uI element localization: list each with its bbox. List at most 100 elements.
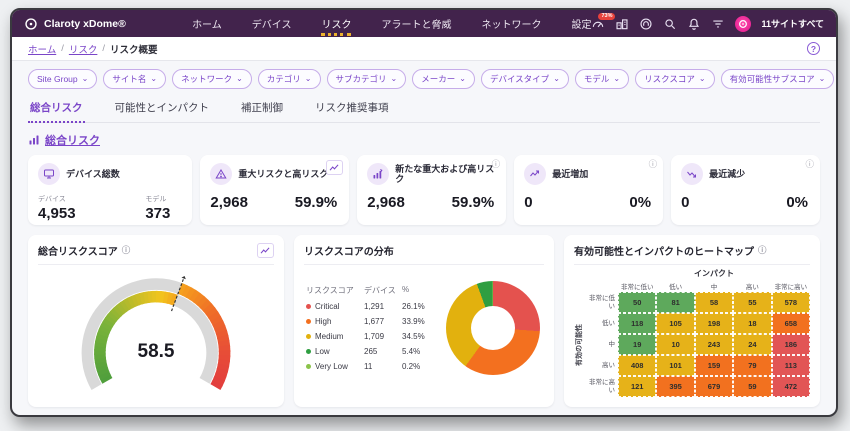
user-avatar[interactable]: [735, 15, 752, 32]
sites-building-icon[interactable]: [615, 17, 629, 31]
heatmap-cell-2-3[interactable]: 24: [733, 334, 772, 355]
filter-chip-6[interactable]: デバイスタイプ ⌄: [480, 69, 569, 89]
tab-0[interactable]: 総合リスク: [28, 100, 85, 123]
brand-title: Claroty xDome®: [44, 17, 126, 30]
heatmap-cell-4-2[interactable]: 679: [694, 376, 734, 397]
trend-chart-toggle-button[interactable]: [326, 160, 344, 175]
heatmap-cell-1-1[interactable]: 105: [656, 313, 695, 334]
distribution-row-label: Low: [306, 347, 364, 356]
heatmap-cell-4-4[interactable]: 472: [771, 376, 811, 397]
card-new-critical-high-risk: ⓘ 新たな重大および高リスク 2,968 59.9%: [357, 155, 507, 225]
summary-cards-row: デバイス総数 デバイス 4,953 モデル 373 重大リスクと高リスク 2,9…: [28, 155, 820, 225]
distribution-percent-value: 33.9%: [402, 317, 425, 326]
heatmap-col-header-4: 非常に高い: [774, 283, 808, 291]
heatmap-cell-1-2[interactable]: 198: [694, 313, 734, 334]
help-button[interactable]: ?: [807, 42, 820, 55]
heatmap-cell-2-0[interactable]: 19: [618, 334, 657, 355]
heatmap-cell-1-4[interactable]: 658: [771, 313, 811, 334]
notifications-bell-icon[interactable]: [687, 17, 701, 31]
info-icon[interactable]: ⓘ: [122, 246, 131, 255]
support-icon[interactable]: [639, 17, 653, 31]
card-recent-increase: ⓘ 最近増加 0 0%: [514, 155, 664, 225]
filter-chip-label: サイト名: [112, 74, 147, 84]
tab-3[interactable]: リスク推奨事項: [313, 100, 391, 122]
heatmap-cell-3-1[interactable]: 101: [656, 355, 695, 376]
nav-item-3[interactable]: アラートと脅威: [381, 12, 451, 36]
heatmap-cell-0-0[interactable]: 50: [618, 292, 657, 313]
heatmap-col-header-0: 非常に低い: [620, 283, 654, 291]
heatmap-cell-4-0[interactable]: 121: [618, 376, 657, 397]
filter-chip-3[interactable]: カテゴリ ⌄: [257, 69, 321, 89]
risk-distribution-donut-chart[interactable]: [446, 281, 540, 375]
filter-chip-label: Site Group: [37, 74, 78, 84]
filter-chip-7[interactable]: モデル ⌄: [574, 69, 630, 89]
all-sites-selector[interactable]: 11サイトすべて: [761, 17, 824, 30]
tab-2[interactable]: 補正制御: [239, 100, 285, 122]
nav-item-1[interactable]: デバイス: [252, 12, 292, 36]
filter-chip-5[interactable]: メーカー ⌄: [412, 69, 475, 89]
heatmap-cell-4-3[interactable]: 59: [733, 376, 772, 397]
new-critical-high-percent: 59.9%: [451, 194, 495, 211]
heatmap-cell-3-4[interactable]: 113: [771, 355, 811, 376]
distribution-row-label: Very Low: [306, 362, 364, 371]
heatmap-row-3: 高い 408 101 159 79 113: [584, 355, 811, 376]
heatmap-cell-3-0[interactable]: 408: [618, 355, 657, 376]
distribution-percent-value: 0.2%: [402, 362, 421, 371]
heatmap-x-axis-title: インパクト: [694, 269, 734, 278]
info-icon[interactable]: ⓘ: [758, 246, 767, 255]
recent-increase-count: 0: [524, 194, 533, 211]
breadcrumb-risk[interactable]: リスク: [69, 42, 98, 56]
heatmap-col-header-2: 中: [710, 283, 718, 291]
heatmap-cell-2-4[interactable]: 186: [771, 334, 811, 355]
heatmap-cell-2-2[interactable]: 243: [694, 334, 734, 355]
filter-chip-9[interactable]: 有効可能性サブスコア ⌄: [720, 69, 835, 89]
heatmap-cell-2-1[interactable]: 10: [656, 334, 695, 355]
filter-chip-label: リスクスコア: [644, 74, 695, 84]
heatmap-cell-1-3[interactable]: 18: [733, 313, 772, 334]
filter-chip-2[interactable]: ネットワーク ⌄: [172, 69, 252, 89]
chevron-down-icon: ⌄: [459, 73, 466, 83]
nav-item-5[interactable]: 設定: [571, 12, 591, 36]
model-count: 373: [145, 205, 171, 222]
legend-dot: [306, 364, 311, 369]
heatmap-cell-0-4[interactable]: 578: [771, 292, 811, 313]
card-recent-decrease: ⓘ 最近減少 0 0%: [671, 155, 820, 225]
legend-dot: [306, 319, 311, 324]
nav-right: 73% 11サイトすべて: [591, 12, 824, 32]
filter-chip-label: モデル: [583, 74, 610, 84]
heatmap-cell-3-3[interactable]: 79: [733, 355, 772, 376]
new-risk-bars-icon: [367, 163, 390, 185]
filter-chip-8[interactable]: リスクスコア ⌄: [635, 69, 715, 89]
card-risk-score-distribution: リスクスコアの分布 リスクスコア デバイス % Critical 1,291 26.…: [294, 235, 554, 407]
breadcrumb-home[interactable]: ホーム: [28, 42, 56, 56]
trend-chart-toggle-button[interactable]: [257, 243, 274, 258]
heatmap-cell-0-2[interactable]: 58: [694, 292, 734, 313]
filter-chip-label: ネットワーク: [181, 74, 233, 84]
info-icon[interactable]: ⓘ: [492, 160, 501, 169]
distribution-devices-value: 11: [364, 362, 373, 371]
info-icon[interactable]: ⓘ: [805, 160, 814, 169]
heatmap-cell-0-1[interactable]: 81: [656, 292, 695, 313]
filter-lines-icon[interactable]: [711, 17, 725, 31]
filter-chip-4[interactable]: サブカテゴリ ⌄: [326, 69, 407, 89]
filter-chip-1[interactable]: サイト名 ⌄: [103, 69, 167, 89]
nav-item-4[interactable]: ネットワーク: [481, 12, 541, 36]
heatmap-row-label: 非常に低い: [589, 295, 615, 310]
tab-1[interactable]: 可能性とインパクト: [113, 100, 212, 122]
distribution-row-label: Critical: [306, 302, 364, 311]
section-link-total-risk[interactable]: 総合リスク: [28, 132, 820, 148]
nav-item-0[interactable]: ホーム: [192, 12, 222, 36]
heatmap-cell-4-1[interactable]: 395: [656, 376, 695, 397]
heatmap-cell-0-3[interactable]: 55: [733, 292, 772, 313]
info-icon[interactable]: ⓘ: [649, 160, 658, 169]
filter-chip-0[interactable]: Site Group ⌄: [28, 69, 98, 89]
filter-chip-label: デバイスタイプ: [489, 74, 550, 84]
distribution-devices-value: 1,677: [364, 317, 385, 326]
trend-up-icon: [524, 163, 547, 185]
search-icon[interactable]: [663, 17, 677, 31]
heatmap-cell-3-2[interactable]: 159: [694, 355, 734, 376]
nav-item-2[interactable]: リスク: [321, 12, 352, 36]
heatmap-cell-1-0[interactable]: 118: [618, 313, 657, 334]
trend-down-icon: [681, 163, 704, 185]
risk-gauge-icon[interactable]: 73%: [591, 12, 616, 31]
